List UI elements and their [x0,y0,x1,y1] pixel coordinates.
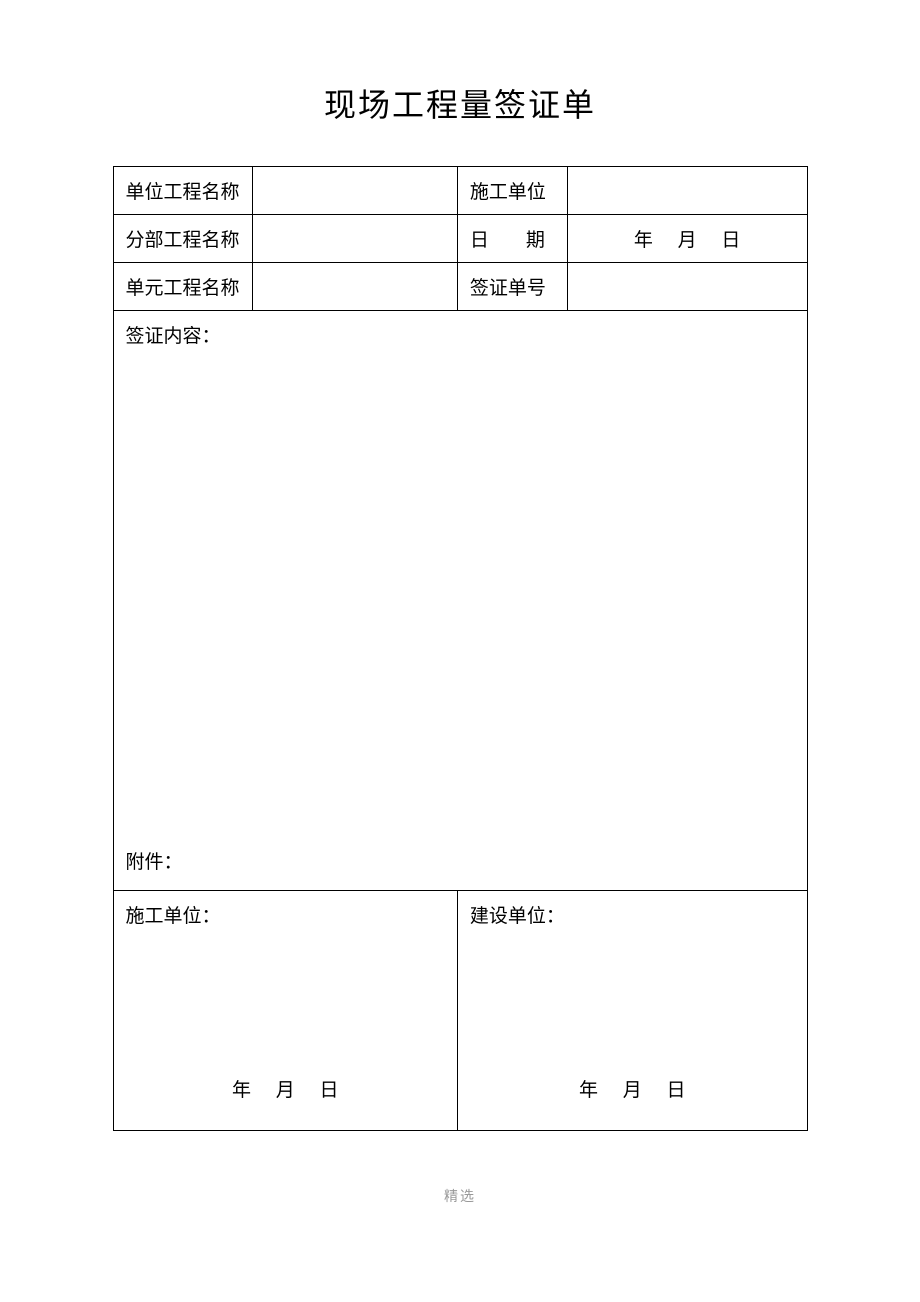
date-label-a: 日 [470,225,489,252]
sign-row: 施工单位： 年 月 日 建设单位： 年 月 日 [113,891,807,1131]
content-label: 签证内容： [126,321,795,348]
construction-unit-label: 施工单位 [457,167,567,215]
sign-month: 月 [276,1075,295,1102]
content-cell[interactable]: 签证内容： 附件： [113,311,807,891]
date-month: 月 [678,225,697,252]
sign-day: 日 [319,1075,338,1102]
date-value[interactable]: 年 月 日 [567,215,807,263]
owner-sign-date: 年 月 日 [458,1075,807,1102]
header-row-3: 单元工程名称 签证单号 [113,263,807,311]
header-row-1: 单位工程名称 施工单位 [113,167,807,215]
unit-project-value[interactable] [253,167,458,215]
page-title: 现场工程量签证单 [0,0,920,166]
date-label-b: 期 [526,225,545,252]
form-table: 单位工程名称 施工单位 分部工程名称 日 期 年 月 日 单元工程名称 签证单号… [113,166,808,1131]
element-project-value[interactable] [253,263,458,311]
date-label: 日 期 [457,215,567,263]
construction-sign-cell[interactable]: 施工单位： 年 月 日 [113,891,457,1131]
construction-sign-label: 施工单位： [126,906,221,927]
unit-project-label: 单位工程名称 [113,167,253,215]
sign-day-2: 日 [666,1075,685,1102]
construction-sign-date: 年 月 日 [114,1075,457,1102]
date-year: 年 [634,225,653,252]
date-day: 日 [721,225,740,252]
attachment-label: 附件： [126,847,183,874]
footer-text: 精选 [0,1186,920,1206]
cert-no-value[interactable] [567,263,807,311]
sign-year: 年 [232,1075,251,1102]
header-row-2: 分部工程名称 日 期 年 月 日 [113,215,807,263]
cert-no-label: 签证单号 [457,263,567,311]
sub-project-label: 分部工程名称 [113,215,253,263]
construction-unit-value[interactable] [567,167,807,215]
owner-sign-cell[interactable]: 建设单位： 年 月 日 [457,891,807,1131]
element-project-label: 单元工程名称 [113,263,253,311]
sign-year-2: 年 [579,1075,598,1102]
owner-sign-label: 建设单位： [470,906,565,927]
sign-month-2: 月 [623,1075,642,1102]
sub-project-value[interactable] [253,215,458,263]
content-row: 签证内容： 附件： [113,311,807,891]
